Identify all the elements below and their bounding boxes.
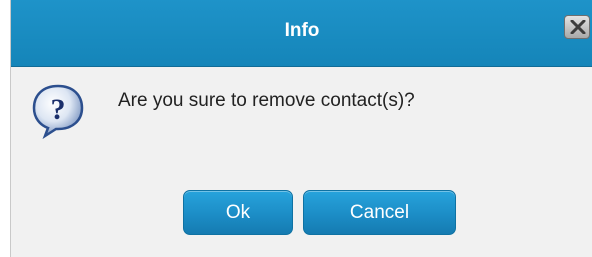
info-dialog: Info ? Are you sure to remove contact(s)… [10,0,592,257]
dialog-title: Info [284,20,320,41]
dialog-message: Are you sure to remove contact(s)? [118,90,415,111]
close-icon [570,20,586,34]
close-button[interactable] [564,15,590,39]
svg-text:?: ? [51,93,66,126]
ok-button[interactable]: Ok [183,190,293,235]
cancel-button[interactable]: Cancel [303,190,456,235]
dialog-titlebar: Info [11,0,592,67]
question-icon: ? [32,84,84,139]
